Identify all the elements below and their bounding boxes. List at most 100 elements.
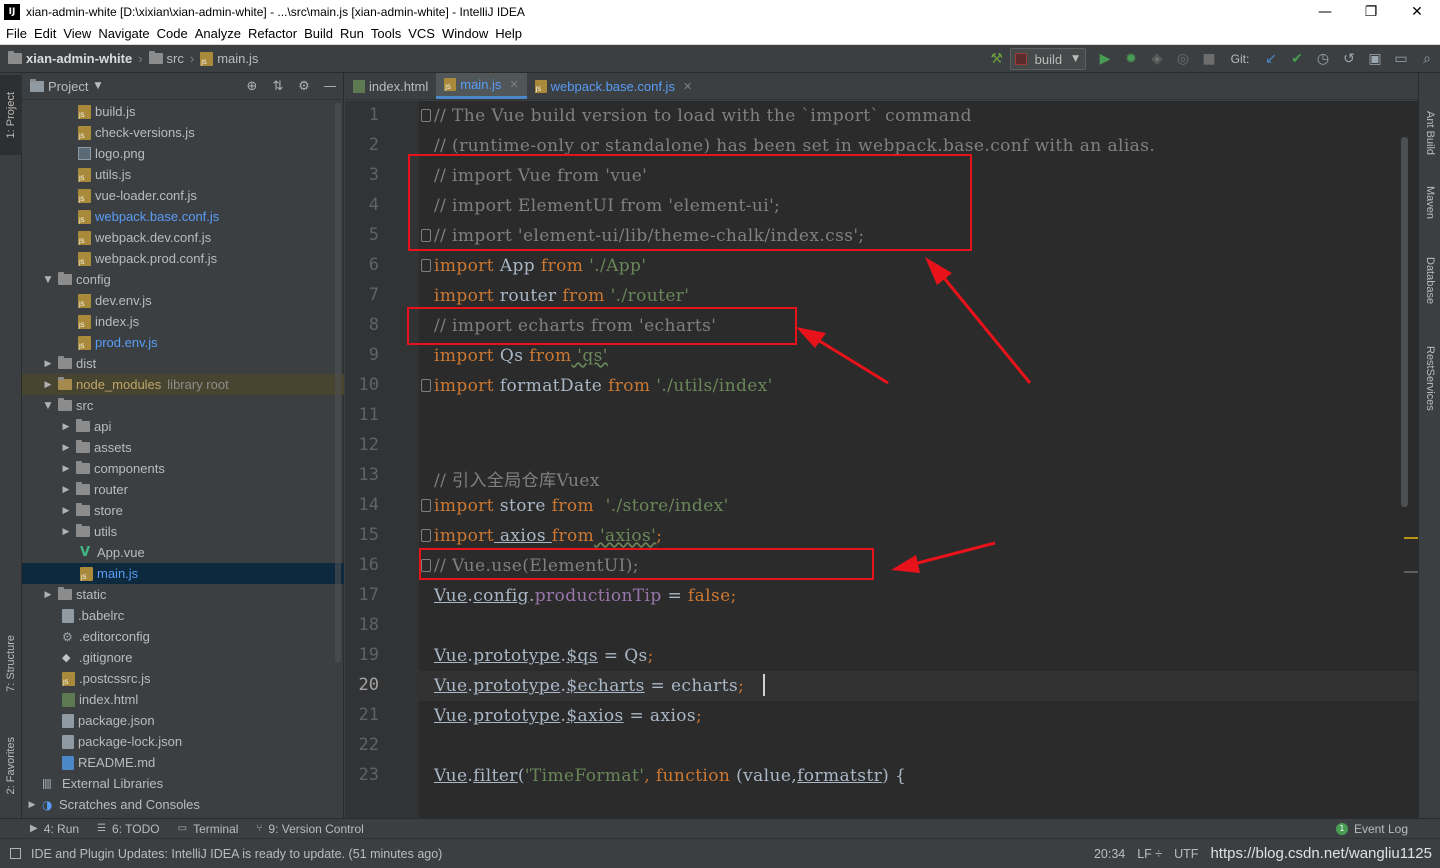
project-view-select[interactable]: Project ▼	[30, 78, 101, 94]
collapse-icon[interactable]: ⇅	[265, 79, 291, 94]
tree-item[interactable]: ǁǁ External Libraries	[22, 773, 344, 794]
menu-build[interactable]: Build	[304, 26, 333, 41]
tree-item[interactable]: vue-loader.conf.js	[22, 185, 344, 206]
tab-index-html[interactable]: index.html	[345, 73, 436, 99]
coverage-icon[interactable]: ◈	[1144, 45, 1170, 73]
collapsed-arrow-icon[interactable]: ▶	[42, 359, 54, 369]
tab-main-js[interactable]: main.js ✕	[436, 73, 527, 99]
stop-icon[interactable]: ■	[1196, 45, 1222, 73]
rollback-icon[interactable]: ↺	[1336, 45, 1362, 73]
tree-folder[interactable]: ▶ utils	[22, 521, 344, 542]
hide-icon[interactable]: —	[317, 79, 343, 94]
gear-icon[interactable]: ⚙	[291, 79, 317, 94]
tree-item[interactable]: .babelrc	[22, 605, 344, 626]
status-message[interactable]: IDE and Plugin Updates: IntelliJ IDEA is…	[10, 847, 442, 861]
collapsed-arrow-icon[interactable]: ▶	[42, 590, 54, 600]
run-icon[interactable]: ▶	[1092, 45, 1118, 73]
tree-item[interactable]: V App.vue	[22, 542, 344, 563]
collapsed-arrow-icon[interactable]: ▶	[42, 380, 54, 390]
menu-edit[interactable]: Edit	[34, 26, 56, 41]
tree-item[interactable]: package.json	[22, 710, 344, 731]
menu-refactor[interactable]: Refactor	[248, 26, 297, 41]
menu-help[interactable]: Help	[495, 26, 522, 41]
tree-folder[interactable]: ▶ dist	[22, 353, 344, 374]
caret-position[interactable]: 20:34	[1094, 847, 1125, 861]
collapsed-arrow-icon[interactable]: ▶	[60, 506, 72, 516]
hammer-icon[interactable]: ⚒	[984, 45, 1010, 73]
tree-item[interactable]: build.js	[22, 101, 344, 122]
history-icon[interactable]: ◷	[1310, 45, 1336, 73]
tree-item[interactable]: webpack.base.conf.js	[22, 206, 344, 227]
tree-item[interactable]: ▶ ◑ Scratches and Consoles	[22, 794, 344, 815]
tree-item[interactable]: check-versions.js	[22, 122, 344, 143]
project-scrollbar[interactable]	[335, 103, 341, 663]
tree-folder[interactable]: ▶ router	[22, 479, 344, 500]
editor-scrollbar[interactable]	[1401, 137, 1408, 507]
menu-file[interactable]: File	[6, 26, 27, 41]
collapsed-arrow-icon[interactable]: ▶	[60, 527, 72, 537]
tab-favorites[interactable]: 2: Favorites	[0, 723, 22, 808]
menu-analyze[interactable]: Analyze	[195, 26, 241, 41]
close-tab-icon[interactable]: ✕	[683, 80, 692, 93]
line-separator[interactable]: LF ÷	[1137, 847, 1162, 861]
collapsed-arrow-icon[interactable]: ▶	[60, 422, 72, 432]
menu-vcs[interactable]: VCS	[408, 26, 435, 41]
menu-tools[interactable]: Tools	[371, 26, 401, 41]
profile-icon[interactable]: ◎	[1170, 45, 1196, 73]
tree-item[interactable]: dev.env.js	[22, 290, 344, 311]
minimize-button[interactable]: —	[1302, 0, 1348, 23]
breadcrumb-src[interactable]: src	[148, 51, 184, 66]
tree-folder[interactable]: ▶ store	[22, 500, 344, 521]
breadcrumb-file[interactable]: main.js	[200, 51, 258, 66]
menu-code[interactable]: Code	[157, 26, 188, 41]
project-structure-icon[interactable]: ▣	[1362, 45, 1388, 73]
tree-item[interactable]: ◆ .gitignore	[22, 647, 344, 668]
tab-rest-services[interactable]: RestServices	[1419, 331, 1440, 426]
tab-ant-build[interactable]: Ant Build	[1419, 93, 1440, 173]
tab-terminal[interactable]: ▭ Terminal	[178, 822, 239, 836]
warning-marker[interactable]	[1404, 537, 1418, 539]
tree-item[interactable]: package-lock.json	[22, 731, 344, 752]
tree-item[interactable]: utils.js	[22, 164, 344, 185]
tab-version-control[interactable]: ⑂ 9: Version Control	[256, 822, 363, 836]
tree-item[interactable]: webpack.prod.conf.js	[22, 248, 344, 269]
expanded-arrow-icon[interactable]: ▼	[42, 275, 54, 285]
breadcrumb-project[interactable]: xian-admin-white	[8, 51, 132, 66]
tree-folder[interactable]: ▼ src	[22, 395, 344, 416]
menu-run[interactable]: Run	[340, 26, 364, 41]
menu-view[interactable]: View	[63, 26, 91, 41]
tab-project[interactable]: 1: Project	[0, 75, 22, 155]
tree-item[interactable]: index.html	[22, 689, 344, 710]
maximize-button[interactable]: ❐	[1348, 0, 1394, 23]
debug-icon[interactable]: ✹	[1118, 45, 1144, 73]
tree-folder[interactable]: ▶ node_modules library root	[22, 374, 344, 395]
tree-item[interactable]: prod.env.js	[22, 332, 344, 353]
tab-maven[interactable]: Maven	[1419, 173, 1440, 233]
marker[interactable]	[1404, 571, 1418, 573]
search-icon[interactable]: ⌕	[1414, 45, 1440, 73]
collapsed-arrow-icon[interactable]: ▶	[26, 800, 38, 810]
tree-item[interactable]: webpack.dev.conf.js	[22, 227, 344, 248]
menu-window[interactable]: Window	[442, 26, 488, 41]
collapsed-arrow-icon[interactable]: ▶	[60, 464, 72, 474]
expanded-arrow-icon[interactable]: ▼	[42, 401, 54, 411]
close-tab-icon[interactable]: ✕	[509, 78, 518, 91]
presentation-icon[interactable]: ▭	[1388, 45, 1414, 73]
collapsed-arrow-icon[interactable]: ▶	[60, 443, 72, 453]
file-encoding[interactable]: UTF	[1174, 847, 1198, 861]
run-config-select[interactable]: build ▼	[1009, 48, 1086, 70]
event-log-button[interactable]: 1 Event Log	[1335, 822, 1408, 836]
tree-folder[interactable]: ▼ config	[22, 269, 344, 290]
tab-run[interactable]: ▶ 4: Run	[30, 822, 79, 836]
tree-folder[interactable]: ▶ api	[22, 416, 344, 437]
git-commit-icon[interactable]: ✔	[1284, 45, 1310, 73]
tree-item[interactable]: .postcssrc.js	[22, 668, 344, 689]
tree-item[interactable]: index.js	[22, 311, 344, 332]
tree-folder[interactable]: ▶ components	[22, 458, 344, 479]
collapsed-arrow-icon[interactable]: ▶	[60, 485, 72, 495]
tree-item[interactable]: README.md	[22, 752, 344, 773]
code-editor[interactable]: 1 2 3 4 5 6 7 8 9 10 11 12 13 14 15 16 1…	[345, 101, 1418, 818]
tree-folder[interactable]: ▶ assets	[22, 437, 344, 458]
tree-item[interactable]: logo.png	[22, 143, 344, 164]
tab-database[interactable]: Database	[1419, 243, 1440, 318]
